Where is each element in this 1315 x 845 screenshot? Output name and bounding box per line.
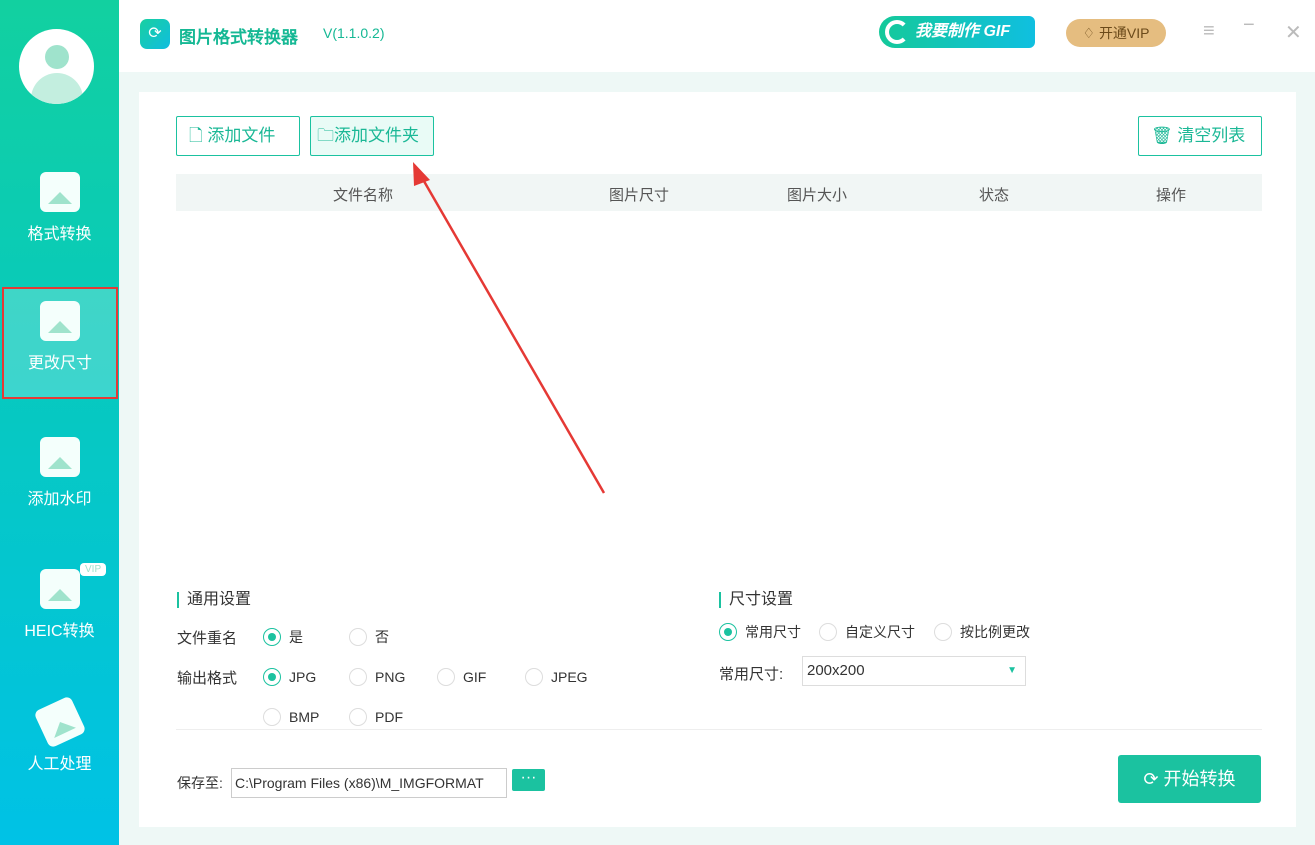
sidebar-item-label: 更改尺寸	[27, 355, 92, 372]
image-watermark-icon	[39, 437, 80, 477]
sidebar-item-label: 添加水印	[27, 491, 92, 508]
sidebar: 格式转换 更改尺寸 添加水印 VIP HEIC转换 人工处理	[0, 0, 119, 845]
browse-button[interactable]: ···	[512, 769, 545, 791]
add-file-button[interactable]: 🗋 添加文件	[176, 116, 300, 156]
app-version: V(1.1.0.2)	[323, 25, 385, 41]
app-title: 图片格式转换器	[179, 28, 298, 47]
image-resize-icon	[40, 301, 80, 341]
menu-button[interactable]: ≡	[1203, 20, 1215, 43]
add-folder-label: 添加文件夹	[334, 126, 419, 145]
rename-label: 文件重名	[177, 630, 238, 647]
common-size-select[interactable]: 200x200 ▼	[802, 656, 1026, 686]
diamond-icon: ♢	[1082, 25, 1099, 41]
common-size-label: 常用尺寸:	[719, 666, 784, 683]
open-vip-label: 开通VIP	[1098, 25, 1150, 41]
size-common-radio[interactable]: 常用尺寸	[719, 623, 801, 641]
heic-image-icon	[39, 569, 80, 609]
add-file-label: 添加文件	[207, 126, 276, 145]
title-bar: ⟳ 图片格式转换器 V(1.1.0.2) 我要制作 GIF ♢ 开通VIP ≡ …	[119, 0, 1315, 72]
sidebar-item-manual[interactable]: 人工处理	[0, 690, 119, 802]
column-header-dimensions: 图片尺寸	[609, 187, 670, 204]
image-convert-icon	[39, 172, 80, 212]
vip-badge: VIP	[80, 563, 107, 576]
sidebar-item-watermark[interactable]: 添加水印	[0, 425, 119, 537]
column-header-filesize: 图片大小	[787, 187, 848, 204]
format-gif-radio[interactable]: GIF	[437, 668, 486, 686]
format-png-radio[interactable]: PNG	[349, 668, 405, 686]
clear-list-label: 清空列表	[1177, 126, 1246, 145]
add-folder-button[interactable]: 🗀添加文件夹	[310, 116, 434, 156]
sidebar-item-label: HEIC转换	[24, 623, 95, 640]
sidebar-item-resize[interactable]: 更改尺寸	[2, 287, 118, 399]
common-size-value: 200x200	[807, 662, 865, 679]
format-bmp-radio[interactable]: BMP	[263, 708, 319, 726]
open-vip-button[interactable]: ♢ 开通VIP	[1066, 19, 1166, 47]
sidebar-item-label: 格式转换	[27, 226, 92, 243]
column-header-filename: 文件名称	[333, 187, 394, 204]
gif-logo-icon	[885, 20, 909, 44]
manual-image-icon	[32, 695, 87, 749]
make-gif-label: 我要制作 GIF	[915, 23, 1011, 40]
format-jpeg-radio[interactable]: JPEG	[525, 668, 588, 686]
sidebar-item-format-convert[interactable]: 格式转换	[0, 160, 119, 272]
minimize-button[interactable]: −	[1243, 14, 1255, 37]
rename-yes-radio[interactable]: 是	[263, 628, 303, 646]
output-format-label: 输出格式	[177, 670, 238, 687]
trash-icon: 🗑	[1151, 126, 1178, 145]
app-logo-icon: ⟳	[140, 19, 170, 49]
save-to-label: 保存至:	[177, 775, 223, 791]
start-convert-label: 开始转换	[1163, 769, 1236, 789]
divider	[176, 729, 1262, 730]
close-button[interactable]: ✕	[1285, 20, 1302, 45]
file-table-header: 文件名称 图片尺寸 图片大小 状态 操作	[176, 174, 1262, 211]
user-avatar[interactable]	[19, 29, 94, 104]
column-header-actions: 操作	[1156, 187, 1187, 204]
sidebar-item-heic[interactable]: VIP HEIC转换	[0, 557, 119, 669]
format-jpg-radio[interactable]: JPG	[263, 668, 316, 686]
rename-no-radio[interactable]: 否	[349, 628, 389, 646]
column-header-status: 状态	[979, 187, 1010, 204]
clear-list-button[interactable]: 🗑 清空列表	[1138, 116, 1262, 156]
make-gif-button[interactable]: 我要制作 GIF	[879, 16, 1035, 48]
format-pdf-radio[interactable]: PDF	[349, 708, 403, 726]
sidebar-item-label: 人工处理	[27, 756, 92, 773]
save-path-input[interactable]: C:\Program Files (x86)\M_IMGFORMAT	[231, 768, 507, 798]
add-file-icon: 🗋	[189, 126, 208, 145]
size-custom-radio[interactable]: 自定义尺寸	[819, 623, 915, 641]
refresh-icon: ⟳	[1143, 769, 1164, 789]
size-ratio-radio[interactable]: 按比例更改	[934, 623, 1030, 641]
chevron-down-icon: ▼	[1007, 665, 1017, 676]
start-convert-button[interactable]: ⟳ 开始转换	[1118, 755, 1261, 803]
general-settings-title: 通用设置	[177, 592, 251, 608]
add-folder-icon: 🗀	[317, 126, 334, 145]
size-settings-title: 尺寸设置	[719, 592, 793, 608]
main-panel: 🗋 添加文件 🗀添加文件夹 🗑 清空列表 文件名称 图片尺寸 图片大小 状态 操…	[139, 92, 1296, 827]
